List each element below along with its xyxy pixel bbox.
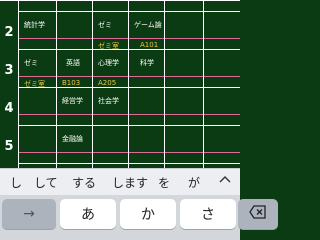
class-cell[interactable]: 社会学 bbox=[92, 88, 128, 125]
suggestion-bar: し して する します を が bbox=[0, 168, 240, 195]
class-title: 経営学 bbox=[62, 97, 83, 105]
class-room: B103 bbox=[62, 79, 81, 87]
class-room: ゼミ室 bbox=[24, 80, 45, 87]
next-candidate-key[interactable]: → bbox=[2, 199, 56, 229]
class-title: 心理学 bbox=[98, 59, 119, 67]
grid-line bbox=[18, 125, 240, 126]
grid-line bbox=[0, 0, 240, 1]
period-number-5: 5 bbox=[4, 139, 14, 154]
suggestion-item[interactable]: が bbox=[188, 174, 200, 191]
grid-line bbox=[18, 163, 240, 164]
japanese-keyboard: し して する します を が → あ か さ bbox=[0, 168, 278, 240]
key-a[interactable]: あ bbox=[60, 199, 116, 229]
class-cell[interactable]: 英語 B103 bbox=[56, 50, 92, 87]
period-number-2: 2 bbox=[4, 25, 14, 40]
class-title: ゼミ bbox=[24, 59, 38, 67]
class-title: 社会学 bbox=[98, 97, 119, 105]
class-title: 金融論 bbox=[62, 135, 83, 143]
class-cell[interactable]: ゼミ ゼミ室 bbox=[92, 12, 128, 49]
suggestion-item[interactable]: して bbox=[34, 174, 58, 191]
suggestion-item[interactable]: を bbox=[158, 174, 170, 191]
pink-divider bbox=[18, 114, 240, 115]
suggestion-item[interactable]: する bbox=[72, 174, 96, 191]
class-title: 科学 bbox=[140, 59, 154, 67]
class-title: 統計学 bbox=[24, 21, 45, 29]
class-cell[interactable]: 心理学 A205 bbox=[92, 50, 128, 87]
suggestion-item[interactable]: し bbox=[10, 174, 22, 191]
class-cell[interactable]: 金融論 bbox=[56, 126, 92, 163]
period-number-3: 3 bbox=[4, 63, 14, 78]
class-room: A101 bbox=[140, 41, 159, 49]
class-cell[interactable]: ゼミ ゼミ室 bbox=[18, 50, 56, 87]
chevron-up-icon[interactable] bbox=[218, 172, 232, 188]
key-sa[interactable]: さ bbox=[180, 199, 236, 229]
class-room: A205 bbox=[98, 79, 117, 87]
backspace-icon bbox=[249, 205, 267, 223]
grid-line bbox=[203, 0, 204, 168]
pink-divider bbox=[18, 152, 240, 153]
class-cell[interactable]: 経営学 bbox=[56, 88, 92, 125]
period-number-4: 4 bbox=[4, 101, 14, 116]
class-title: 英語 bbox=[66, 59, 80, 67]
grid-line bbox=[18, 87, 240, 88]
class-room: ゼミ室 bbox=[98, 42, 119, 49]
timetable: 2 3 4 5 統計学 ゼミ ゼミ室 ゲーム論 A101 ゼミ ゼミ室 英語 B… bbox=[0, 0, 240, 168]
suggestion-item[interactable]: します bbox=[112, 174, 148, 191]
key-ka[interactable]: か bbox=[120, 199, 176, 229]
class-cell[interactable]: 統計学 bbox=[18, 12, 56, 49]
backspace-key[interactable] bbox=[238, 199, 278, 229]
class-title: ゲーム論 bbox=[134, 21, 162, 29]
grid-line bbox=[164, 0, 165, 168]
class-title: ゼミ bbox=[98, 21, 112, 29]
class-cell[interactable]: ゲーム論 A101 bbox=[128, 12, 164, 49]
class-cell[interactable]: 科学 bbox=[128, 50, 164, 87]
